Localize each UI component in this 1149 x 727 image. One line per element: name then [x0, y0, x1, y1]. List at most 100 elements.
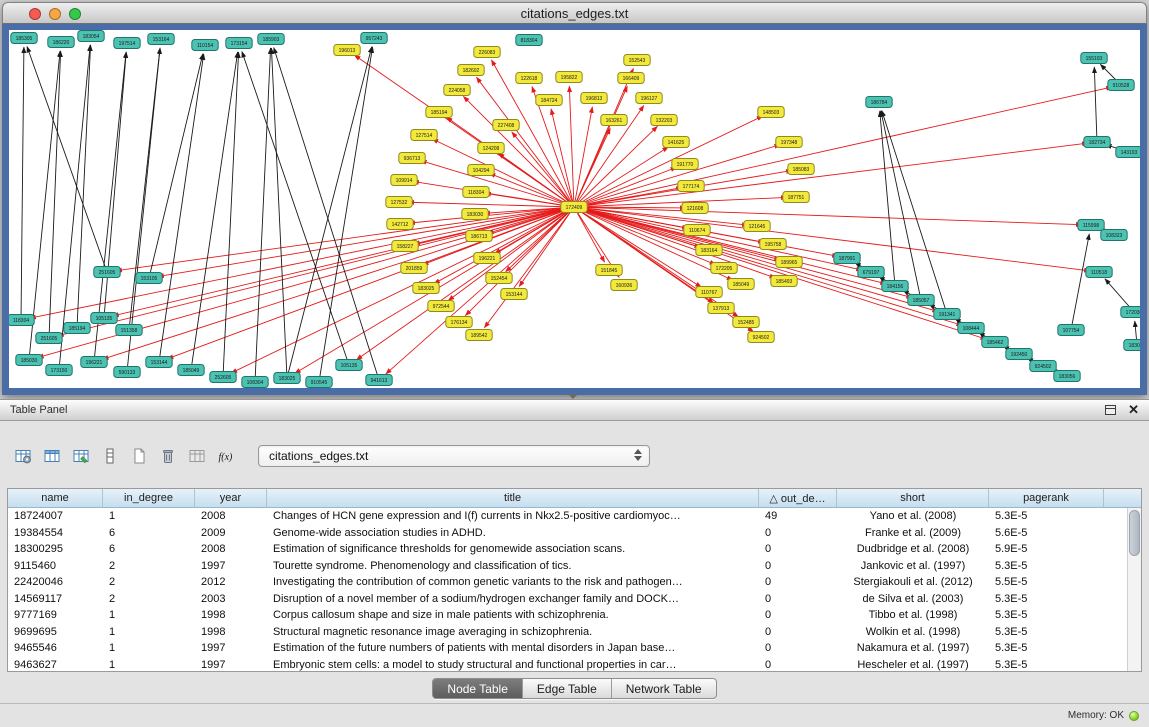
network-canvas[interactable]: 1724092240581851941275149367131099141275… [9, 30, 1140, 388]
graph-node[interactable]: 941613 [366, 375, 392, 386]
graph-node[interactable]: 153144 [501, 289, 527, 300]
graph-node[interactable]: 197514 [114, 38, 140, 49]
table-source-select[interactable]: citations_edges.txt [258, 445, 650, 467]
graph-node[interactable]: 152543 [624, 55, 650, 66]
graph-node[interactable]: 137913 [708, 303, 734, 314]
graph-node[interactable]: 108323 [1101, 230, 1127, 241]
close-panel-icon[interactable]: ✕ [1128, 405, 1139, 415]
graph-node[interactable]: 118304 [463, 187, 489, 198]
graph-node[interactable]: 226083 [474, 47, 500, 58]
graph-node[interactable]: 108304 [242, 377, 268, 388]
graph-node[interactable]: 185194 [426, 107, 452, 118]
graph-node[interactable]: 110767 [696, 287, 722, 298]
graph-node[interactable]: 185083 [788, 164, 814, 175]
graph-node[interactable]: 195822 [556, 72, 582, 83]
function-builder-icon[interactable]: f(x) [213, 445, 238, 467]
graph-node[interactable]: 183164 [696, 245, 722, 256]
column-header-short[interactable]: short [837, 489, 989, 507]
table-row[interactable]: 977716911998Corpus callosum shape and si… [8, 607, 1127, 624]
graph-node[interactable]: 166409 [618, 73, 644, 84]
graph-node[interactable]: 127532 [386, 197, 412, 208]
graph-node[interactable]: 160936 [611, 280, 637, 291]
graph-node[interactable]: 172205 [711, 263, 737, 274]
close-window-icon[interactable] [29, 8, 41, 20]
graph-node[interactable]: 172030 [1121, 307, 1140, 318]
graph-node[interactable]: 187991 [834, 253, 860, 264]
table-row[interactable]: 1938455462009Genome-wide association stu… [8, 525, 1127, 542]
graph-node[interactable]: 151845 [596, 265, 622, 276]
graph-node[interactable]: 957243 [361, 33, 387, 44]
table-scrollbar[interactable] [1127, 508, 1141, 671]
graph-node[interactable]: 186220 [48, 37, 74, 48]
graph-node[interactable]: 251605 [94, 267, 120, 278]
graph-node[interactable]: 227408 [493, 120, 519, 131]
graph-node[interactable]: 110674 [684, 225, 710, 236]
graph-node[interactable]: 110154 [192, 40, 218, 51]
graph-node[interactable]: 195758 [760, 239, 786, 250]
graph-node[interactable]: 108444 [958, 323, 984, 334]
graph-node[interactable]: 972544 [428, 301, 454, 312]
graph-node[interactable]: 679197 [858, 267, 884, 278]
graph-node[interactable]: 196013 [334, 45, 360, 56]
graph-node[interactable]: 153144 [146, 357, 172, 368]
graph-node[interactable]: 121608 [682, 203, 708, 214]
graph-node[interactable]: 105135 [336, 360, 362, 371]
graph-node[interactable]: 122618 [516, 73, 542, 84]
import-table-icon[interactable] [184, 445, 209, 467]
graph-node[interactable]: 104294 [468, 165, 494, 176]
graph-node[interactable]: 107754 [1058, 325, 1084, 336]
minimize-window-icon[interactable] [49, 8, 61, 20]
graph-node[interactable]: 183025 [274, 373, 300, 384]
graph-node[interactable]: 197348 [776, 137, 802, 148]
graph-node[interactable]: 110518 [1086, 267, 1112, 278]
graph-node[interactable]: 185462 [982, 337, 1008, 348]
graph-node[interactable]: 818304 [516, 35, 542, 46]
graph-node[interactable]: 183025 [413, 283, 439, 294]
zoom-window-icon[interactable] [69, 8, 81, 20]
table-scrollbar-thumb[interactable] [1129, 510, 1140, 556]
graph-node[interactable]: 177174 [678, 181, 704, 192]
graph-node[interactable]: 251605 [36, 333, 62, 344]
table-row[interactable]: 1872400712008Changes of HCN gene express… [8, 508, 1127, 525]
graph-node[interactable]: 105135 [91, 313, 117, 324]
graph-node[interactable]: 936713 [399, 153, 425, 164]
graph-node[interactable]: 187751 [783, 192, 809, 203]
graph-node[interactable]: 192450 [1006, 349, 1032, 360]
graph-node[interactable]: 151358 [116, 325, 142, 336]
graph-node[interactable]: 109914 [391, 175, 417, 186]
graph-node[interactable]: 115998 [1078, 220, 1104, 231]
graph-node[interactable]: 590133 [114, 367, 140, 378]
graph-node[interactable]: 153164 [148, 34, 174, 45]
graph-node[interactable]: 189542 [466, 330, 492, 341]
column-header-title[interactable]: title [267, 489, 759, 507]
graph-node[interactable]: 182734 [1084, 137, 1110, 148]
graph-node[interactable]: 173150 [46, 365, 72, 376]
graph-node[interactable]: 185049 [178, 365, 204, 376]
graph-node[interactable]: 185903 [258, 34, 284, 45]
graph-node[interactable]: 185305 [11, 33, 37, 44]
graph-node[interactable]: 183054 [78, 31, 104, 42]
graph-node[interactable]: 152454 [486, 273, 512, 284]
column-header-out_de[interactable]: △ out_de… [759, 489, 837, 507]
graph-node[interactable]: 196127 [636, 93, 662, 104]
graph-node[interactable]: 142712 [387, 219, 413, 230]
graph-node[interactable]: 163261 [601, 115, 627, 126]
table-row[interactable]: 911546021997Tourette syndrome. Phenomeno… [8, 558, 1127, 575]
float-panel-icon[interactable] [1105, 405, 1116, 415]
graph-node[interactable]: 196221 [81, 357, 107, 368]
graph-node[interactable]: 148503 [758, 107, 784, 118]
graph-node[interactable]: 224058 [444, 85, 470, 96]
graph-node[interactable]: 141625 [663, 137, 689, 148]
graph-node[interactable]: 910528 [1108, 80, 1134, 91]
tab-network-table[interactable]: Network Table [612, 679, 716, 698]
create-column-icon[interactable] [68, 445, 93, 467]
graph-node[interactable]: 196813 [581, 93, 607, 104]
select-columns-icon[interactable] [39, 445, 64, 467]
graph-node[interactable]: 185194 [64, 323, 90, 334]
graph-node[interactable]: 132203 [651, 115, 677, 126]
graph-node[interactable]: 252605 [210, 372, 236, 383]
table-row[interactable]: 946362711997Embryonic stem cells: a mode… [8, 657, 1127, 673]
graph-node[interactable]: 155103 [1081, 53, 1107, 64]
tab-edge-table[interactable]: Edge Table [523, 679, 612, 698]
graph-node[interactable]: 185493 [771, 276, 797, 287]
